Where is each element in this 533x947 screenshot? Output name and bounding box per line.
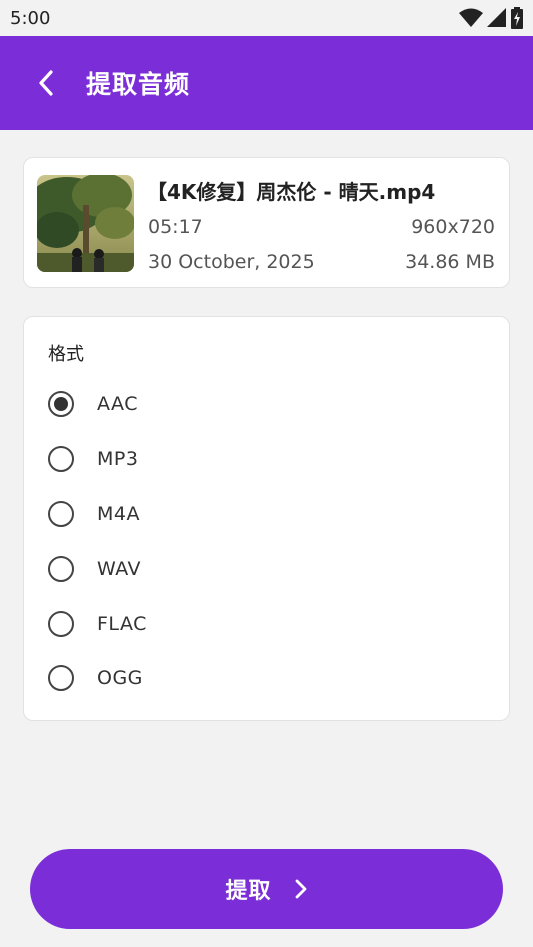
radio-button[interactable]	[48, 611, 74, 637]
video-thumbnail	[37, 175, 134, 272]
format-option-label: OGG	[97, 667, 143, 689]
format-option-label: WAV	[97, 558, 142, 580]
format-label: 格式	[48, 344, 84, 365]
format-option-label: FLAC	[97, 613, 147, 635]
radio-button[interactable]	[48, 391, 74, 417]
app-bar: 提取音频	[0, 36, 533, 130]
status-time: 5:00	[10, 7, 51, 29]
format-option-ogg[interactable]: OGG	[48, 658, 488, 698]
wifi-icon	[459, 8, 483, 27]
status-bar: 5:00	[0, 0, 533, 36]
battery-icon	[511, 7, 523, 29]
radio-selected-dot	[54, 397, 68, 411]
format-option-flac[interactable]: FLAC	[48, 604, 488, 644]
chevron-right-icon	[294, 878, 308, 900]
file-resolution: 960x720	[411, 216, 495, 238]
back-button[interactable]	[20, 57, 72, 109]
chevron-left-icon	[39, 70, 53, 96]
radio-button[interactable]	[48, 665, 74, 691]
signal-icon	[487, 8, 506, 27]
format-option-mp3[interactable]: MP3	[48, 439, 488, 479]
file-size: 34.86 MB	[405, 251, 495, 273]
radio-button[interactable]	[48, 556, 74, 582]
extract-button[interactable]: 提取	[30, 849, 503, 929]
radio-button[interactable]	[48, 446, 74, 472]
format-option-label: M4A	[97, 503, 140, 525]
format-option-label: MP3	[97, 448, 139, 470]
file-info-card[interactable]: 【4K修复】周杰伦 - 晴天.mp4 05:17 960x720 30 Octo…	[23, 157, 510, 288]
radio-button[interactable]	[48, 501, 74, 527]
format-option-label: AAC	[97, 393, 138, 415]
file-date: 30 October, 2025	[148, 251, 315, 273]
format-option-m4a[interactable]: M4A	[48, 494, 488, 534]
page-title: 提取音频	[86, 70, 191, 99]
status-icons	[459, 7, 523, 29]
extract-button-label: 提取	[225, 879, 272, 904]
format-option-aac[interactable]: AAC	[48, 384, 488, 424]
file-duration: 05:17	[148, 216, 203, 238]
format-option-wav[interactable]: WAV	[48, 549, 488, 589]
file-name: 【4K修复】周杰伦 - 晴天.mp4	[147, 180, 436, 204]
format-card: 格式 AAC MP3 M4A WAV FLAC OGG	[23, 316, 510, 721]
